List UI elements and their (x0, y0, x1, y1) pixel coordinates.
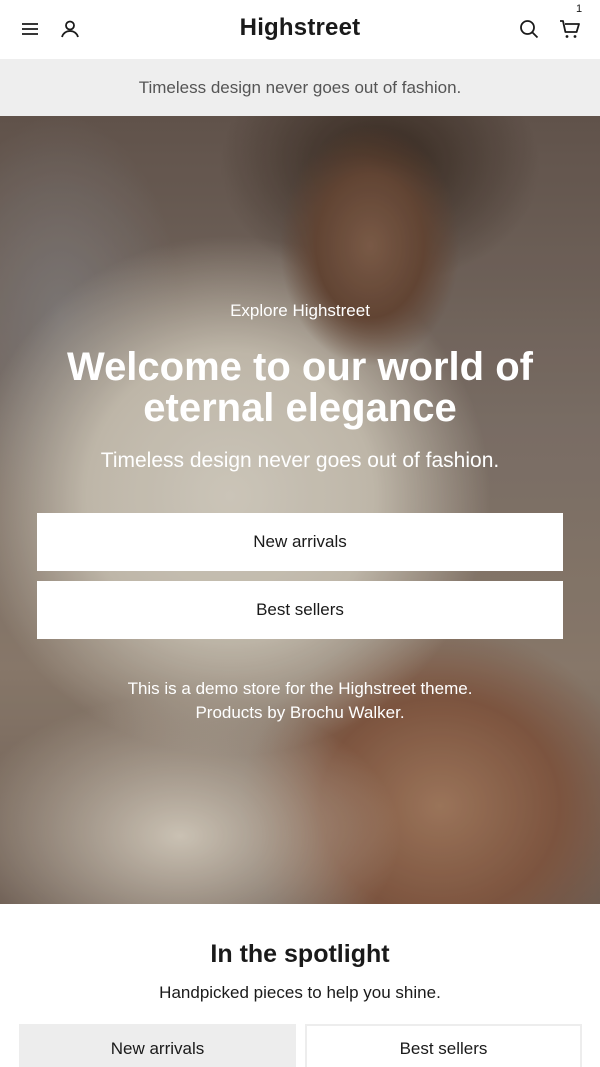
spotlight-title: In the spotlight (210, 940, 390, 968)
spotlight-section: In the spotlight Handpicked pieces to he… (0, 904, 600, 1067)
hero-title: Welcome to our world of eternal elegance (67, 345, 533, 430)
hero-banner: Explore Highstreet Welcome to our world … (0, 116, 600, 904)
cart-count-badge: 1 (576, 3, 583, 15)
announcement-bar: Timeless design never goes out of fashio… (0, 59, 600, 116)
hero-note-line-1: This is a demo store for the Highstreet … (127, 679, 473, 698)
tab-best-sellers[interactable]: Best sellers (305, 1024, 582, 1067)
search-button[interactable] (514, 14, 544, 44)
best-sellers-button[interactable]: Best sellers (37, 581, 563, 639)
cart-icon (560, 20, 580, 38)
hero-note: This is a demo store for the Highstreet … (0, 677, 600, 725)
new-arrivals-button[interactable]: New arrivals (37, 513, 563, 571)
announcement-text: Timeless design never goes out of fashio… (138, 77, 462, 97)
hero-kicker: Explore Highstreet (230, 301, 370, 320)
store-logo[interactable]: Highstreet (0, 14, 600, 42)
tab-new-arrivals[interactable]: New arrivals (19, 1024, 296, 1067)
spotlight-subtitle: Handpicked pieces to help you shine. (159, 983, 441, 1002)
hero-subtitle: Timeless design never goes out of fashio… (100, 449, 500, 472)
cart-button[interactable] (555, 14, 585, 44)
hero-note-line-2: Products by Brochu Walker. (195, 703, 405, 722)
site-header: Highstreet 1 (0, 0, 600, 59)
hero-content: Explore Highstreet Welcome to our world … (0, 116, 600, 904)
search-icon (520, 20, 539, 39)
